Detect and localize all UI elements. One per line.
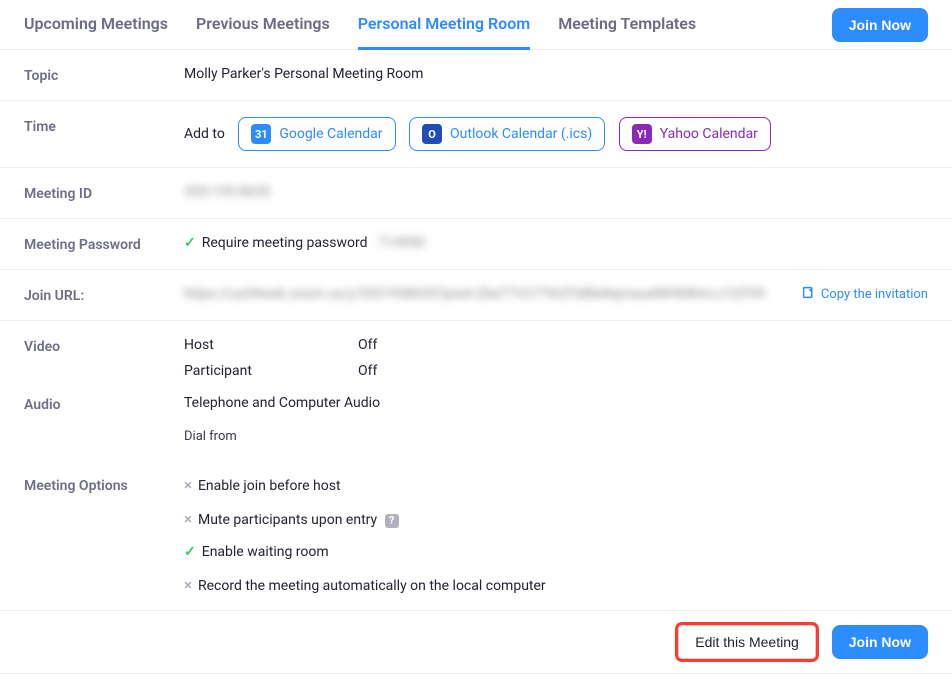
meeting-id-text: 355-195-8635 bbox=[184, 184, 270, 200]
row-meeting-id: Meeting ID 355-195-8635 bbox=[0, 168, 952, 219]
outlook-calendar-button[interactable]: O Outlook Calendar (.ics) bbox=[409, 117, 605, 151]
check-icon bbox=[184, 235, 202, 251]
value-join-url: https://us04web.zoom.us/j/3551958635?pwd… bbox=[184, 286, 802, 302]
join-now-button-bottom[interactable]: Join Now bbox=[832, 625, 928, 659]
copy-invitation-label: Copy the invitation bbox=[821, 287, 928, 302]
edit-this-meeting-button[interactable]: Edit this Meeting bbox=[678, 625, 816, 659]
password-text: 714950 bbox=[378, 235, 425, 251]
x-icon bbox=[184, 578, 198, 594]
option-record-local: Record the meeting automatically on the … bbox=[184, 576, 928, 594]
row-video: Video Host Off Participant Off bbox=[0, 321, 952, 385]
option-waiting-room-label: Enable waiting room bbox=[202, 544, 329, 560]
label-meeting-password: Meeting Password bbox=[24, 235, 184, 253]
audio-value: Telephone and Computer Audio bbox=[184, 395, 928, 411]
copy-invitation-link[interactable]: Copy the invitation bbox=[802, 286, 928, 303]
label-time: Time bbox=[24, 117, 184, 135]
row-meeting-options: Meeting Options Enable join before host … bbox=[0, 460, 952, 611]
value-topic: Molly Parker's Personal Meeting Room bbox=[184, 66, 928, 82]
label-video: Video bbox=[24, 337, 184, 355]
option-mute-on-entry-label: Mute participants upon entry bbox=[198, 512, 377, 528]
value-meeting-id: 355-195-8635 bbox=[184, 184, 928, 200]
row-audio: Audio Telephone and Computer Audio Dial … bbox=[0, 385, 952, 460]
dial-from: Dial from bbox=[184, 429, 928, 444]
share-icon bbox=[802, 286, 815, 303]
row-meeting-password: Meeting Password Require meeting passwor… bbox=[0, 219, 952, 270]
label-meeting-id: Meeting ID bbox=[24, 184, 184, 202]
value-video: Host Off Participant Off bbox=[184, 337, 928, 379]
label-audio: Audio bbox=[24, 395, 184, 413]
google-calendar-label: Google Calendar bbox=[279, 126, 382, 142]
tab-personal-meeting-room[interactable]: Personal Meeting Room bbox=[358, 0, 530, 50]
yahoo-calendar-button[interactable]: Y! Yahoo Calendar bbox=[619, 117, 771, 151]
label-meeting-options: Meeting Options bbox=[24, 476, 184, 494]
value-meeting-options: Enable join before host Mute participant… bbox=[184, 476, 928, 594]
video-host-value: Off bbox=[358, 337, 377, 353]
value-time: Add to 31 Google Calendar O Outlook Cale… bbox=[184, 117, 928, 151]
outlook-calendar-icon: O bbox=[422, 124, 442, 144]
value-meeting-password: Require meeting password 714950 bbox=[184, 235, 928, 251]
tab-upcoming-meetings[interactable]: Upcoming Meetings bbox=[24, 0, 168, 50]
row-time: Time Add to 31 Google Calendar O Outlook… bbox=[0, 101, 952, 168]
video-participant: Participant Off bbox=[184, 363, 928, 379]
google-calendar-icon: 31 bbox=[251, 124, 271, 144]
option-mute-on-entry: Mute participants upon entry ? bbox=[184, 510, 928, 528]
join-url-text: https://us04web.zoom.us/j/3551958635?pwd… bbox=[184, 286, 765, 302]
question-icon[interactable]: ? bbox=[385, 514, 399, 528]
row-topic: Topic Molly Parker's Personal Meeting Ro… bbox=[0, 50, 952, 101]
check-icon bbox=[184, 544, 202, 560]
outlook-calendar-label: Outlook Calendar (.ics) bbox=[450, 126, 592, 142]
tabs-bar: Upcoming Meetings Previous Meetings Pers… bbox=[0, 0, 952, 50]
label-join-url: Join URL: bbox=[24, 286, 184, 304]
tab-previous-meetings[interactable]: Previous Meetings bbox=[196, 0, 330, 50]
join-now-button-top[interactable]: Join Now bbox=[832, 8, 928, 42]
video-participant-value: Off bbox=[358, 363, 377, 379]
yahoo-calendar-icon: Y! bbox=[632, 124, 652, 144]
option-waiting-room: Enable waiting room bbox=[184, 544, 928, 560]
addto-label: Add to bbox=[184, 126, 225, 142]
video-host-label: Host bbox=[184, 337, 358, 353]
x-icon bbox=[184, 478, 198, 494]
option-join-before-host: Enable join before host bbox=[184, 476, 928, 494]
video-participant-label: Participant bbox=[184, 363, 358, 379]
label-topic: Topic bbox=[24, 66, 184, 84]
row-join-url: Join URL: https://us04web.zoom.us/j/3551… bbox=[0, 270, 952, 321]
video-host: Host Off bbox=[184, 337, 928, 353]
value-audio: Telephone and Computer Audio Dial from bbox=[184, 395, 928, 444]
yahoo-calendar-label: Yahoo Calendar bbox=[660, 126, 758, 142]
google-calendar-button[interactable]: 31 Google Calendar bbox=[238, 117, 395, 151]
x-icon bbox=[184, 512, 198, 528]
tab-meeting-templates[interactable]: Meeting Templates bbox=[558, 0, 696, 50]
footer: Edit this Meeting Join Now bbox=[0, 611, 952, 674]
tabs: Upcoming Meetings Previous Meetings Pers… bbox=[24, 0, 832, 49]
option-record-local-label: Record the meeting automatically on the … bbox=[198, 578, 546, 594]
option-join-before-host-label: Enable join before host bbox=[198, 478, 341, 494]
require-password-text: Require meeting password bbox=[202, 235, 368, 251]
